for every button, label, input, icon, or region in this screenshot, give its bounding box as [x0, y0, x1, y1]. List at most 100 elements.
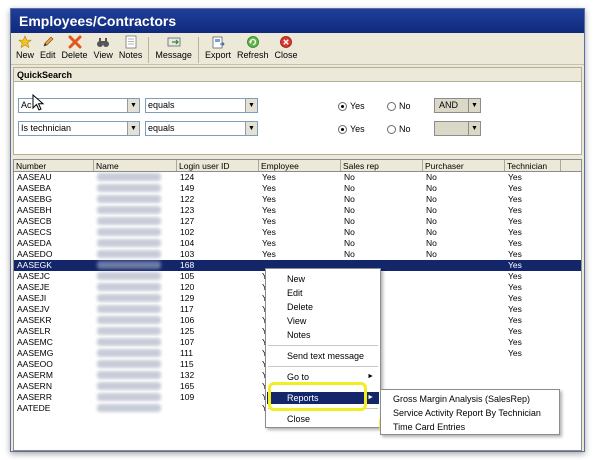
chevron-down-icon[interactable]: ▼	[468, 122, 480, 135]
logic-and-dropdown[interactable]: AND ▼	[434, 98, 481, 113]
header-col-technician[interactable]: Technician	[505, 160, 561, 171]
col-number-cell: AASEDA	[17, 238, 52, 248]
col-number-cell: AASEJV	[17, 304, 50, 314]
table-row[interactable]: AASEBG 122 Yes No No Yes	[14, 194, 581, 205]
table-row[interactable]: AASEDO 103 Yes No No Yes	[14, 249, 581, 260]
menu-item-close[interactable]: Close	[267, 413, 379, 425]
message-icon	[167, 37, 181, 47]
col-number-cell: AASEMG	[17, 348, 54, 358]
col-purchaser-cell	[423, 348, 505, 359]
table-row[interactable]: AASECS 102 Yes No No Yes	[14, 227, 581, 238]
header-col-name[interactable]: Name	[94, 160, 177, 171]
menu-separator	[268, 345, 378, 346]
header-col-sales-rep[interactable]: Sales rep	[341, 160, 423, 171]
menu-item-view[interactable]: View	[267, 315, 379, 327]
delete-button[interactable]: Delete	[59, 35, 91, 60]
export-button[interactable]: Export	[202, 35, 234, 60]
col-number-cell: AASEBA	[17, 183, 52, 193]
submenu-item-time-card-entries[interactable]: Time Card Entries	[382, 421, 465, 433]
col-name-cell	[94, 381, 177, 392]
chevron-down-icon[interactable]: ▼	[127, 122, 139, 135]
redacted-name	[97, 283, 161, 291]
quicksearch-field-2[interactable]: Is technician ▼	[18, 121, 140, 136]
col-login-user-id-cell: 105	[180, 271, 195, 281]
redacted-name	[97, 360, 161, 368]
col-technician-cell: Yes	[508, 238, 522, 248]
new-button[interactable]: New	[13, 35, 37, 60]
col-purchaser-cell: No	[426, 249, 437, 259]
radio-selected-icon[interactable]	[338, 124, 347, 134]
view-button[interactable]: View	[91, 35, 116, 60]
col-number-cell: AATEDE	[17, 403, 51, 413]
header-col-login-user-id[interactable]: Login user ID	[177, 160, 259, 171]
chevron-down-icon[interactable]: ▼	[127, 99, 139, 112]
col-name-cell	[94, 348, 177, 359]
message-button[interactable]: Message	[152, 35, 195, 60]
col-name-cell	[94, 304, 177, 315]
menu-item-new[interactable]: New	[267, 273, 379, 285]
header-col-number[interactable]: Number	[14, 160, 94, 171]
menu-item-reports[interactable]: Reports ►	[267, 392, 379, 404]
menu-item-notes[interactable]: Notes	[267, 329, 379, 341]
submenu-item-service-activity[interactable]: Service Activity Report By Technician	[382, 407, 541, 419]
col-purchaser-cell	[423, 260, 505, 271]
refresh-button[interactable]: Refresh	[234, 35, 272, 60]
chevron-down-icon[interactable]: ▼	[245, 122, 257, 135]
col-technician-cell: Yes	[508, 172, 522, 182]
table-row[interactable]: AASEAU 124 Yes No No Yes	[14, 172, 581, 183]
close-button[interactable]: Close	[271, 35, 300, 60]
col-purchaser-cell: No	[426, 183, 437, 193]
radio-empty-icon[interactable]	[387, 124, 396, 134]
header-col-purchaser[interactable]: Purchaser	[423, 160, 505, 171]
header-col-employee[interactable]: Employee	[259, 160, 341, 171]
redacted-name	[97, 349, 161, 357]
menu-item-go-to[interactable]: Go to ►	[267, 371, 379, 383]
col-name-cell	[94, 227, 177, 238]
notes-button[interactable]: Notes	[116, 35, 146, 60]
submenu-item-gross-margin[interactable]: Gross Margin Analysis (SalesRep)	[382, 393, 530, 405]
menu-item-send-text-message[interactable]: Send text message	[267, 350, 379, 362]
col-name-cell	[94, 293, 177, 304]
radio-no-2[interactable]: No	[387, 124, 411, 134]
col-technician-cell: Yes	[508, 216, 522, 226]
radio-selected-icon[interactable]	[338, 101, 347, 111]
table-row[interactable]: AASECB 127 Yes No No Yes	[14, 216, 581, 227]
chevron-down-icon[interactable]: ▼	[245, 99, 257, 112]
menu-item-delete[interactable]: Delete	[267, 301, 379, 313]
export-label: Export	[204, 50, 231, 60]
redacted-name	[97, 305, 161, 313]
col-employee-cell: Yes	[262, 238, 276, 248]
quicksearch-operator-1[interactable]: equals ▼	[145, 98, 258, 113]
chevron-down-icon[interactable]: ▼	[468, 99, 480, 112]
col-employee-cell: Yes	[262, 172, 276, 182]
radio-yes-2[interactable]: Yes	[338, 124, 365, 134]
radio-empty-icon[interactable]	[387, 101, 396, 111]
col-technician-cell: Yes	[508, 348, 522, 358]
table-row[interactable]: AASEBH 123 Yes No No Yes	[14, 205, 581, 216]
edit-button[interactable]: Edit	[37, 35, 59, 60]
col-number-cell: AASECB	[17, 216, 52, 226]
menu-item-edit[interactable]: Edit	[267, 287, 379, 299]
col-purchaser-cell	[423, 370, 505, 381]
quicksearch-operator-2[interactable]: equals ▼	[145, 121, 258, 136]
logic-dropdown-2[interactable]: ▼	[434, 121, 481, 136]
col-number-cell: AASEJI	[17, 293, 47, 303]
col-name-cell	[94, 271, 177, 282]
col-login-user-id-cell: 120	[180, 282, 195, 292]
col-login-user-id-cell: 103	[180, 249, 195, 259]
col-login-user-id-cell: 117	[180, 304, 194, 314]
redacted-name	[97, 217, 161, 225]
col-name-cell	[94, 183, 177, 194]
col-login-user-id-cell: 127	[180, 216, 195, 226]
col-sales-rep-cell: No	[344, 194, 355, 204]
col-employee-cell: Yes	[262, 183, 276, 193]
radio-no-1[interactable]: No	[387, 101, 411, 111]
table-row[interactable]: AASEDA 104 Yes No No Yes	[14, 238, 581, 249]
field-2-value: Is technician	[21, 123, 72, 133]
col-login-user-id-cell: 123	[180, 205, 195, 215]
redacted-name	[97, 393, 161, 401]
table-row[interactable]: AASEBA 149 Yes No No Yes	[14, 183, 581, 194]
operator-2-value: equals	[148, 123, 175, 133]
radio-yes-1[interactable]: Yes	[338, 101, 365, 111]
col-login-user-id-cell: 149	[180, 183, 195, 193]
